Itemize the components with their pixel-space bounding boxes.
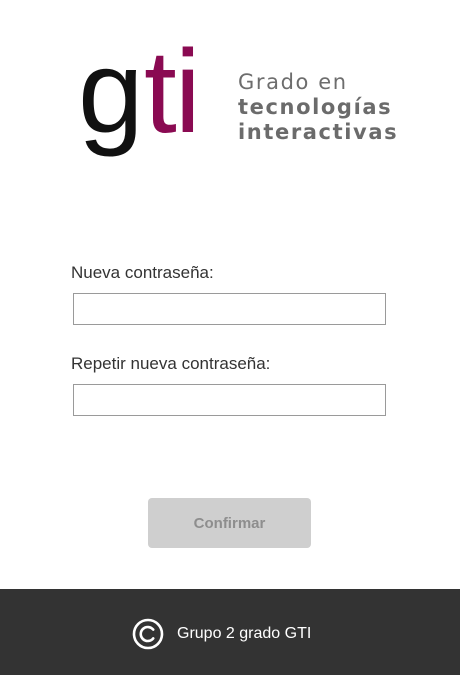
confirm-button[interactable]: Confirmar [148, 498, 311, 548]
new-password-label: Nueva contraseña: [71, 263, 214, 282]
repeat-password-group: Repetir nueva contraseña: [71, 353, 391, 416]
logo-wordmark: Grado en tecnologías interactivas [238, 70, 408, 145]
page: g ti Grado en tecnologías interactivas N… [0, 0, 460, 675]
gti-logo: g ti Grado en tecnologías interactivas [78, 40, 398, 170]
copyright-icon [132, 618, 164, 650]
logo-letter-g: g [78, 40, 140, 158]
logo-letters-ti: ti [144, 40, 199, 158]
new-password-input[interactable] [73, 293, 386, 325]
footer-text: Grupo 2 grado GTI [177, 625, 312, 642]
logo-line-interactivas: interactivas [238, 120, 399, 144]
logo-line-grado: Grado en [238, 70, 348, 94]
gti-logo-mark: g ti [78, 40, 201, 158]
footer: Grupo 2 grado GTI [0, 589, 460, 675]
footer-content: Grupo 2 grado GTI [132, 618, 311, 650]
logo-line-tecnologias: tecnologías [238, 95, 393, 119]
new-password-group: Nueva contraseña: [71, 262, 391, 325]
repeat-password-input[interactable] [73, 384, 386, 416]
repeat-password-label: Repetir nueva contraseña: [71, 354, 271, 373]
change-password-form: Nueva contraseña: Repetir nueva contrase… [71, 262, 391, 416]
